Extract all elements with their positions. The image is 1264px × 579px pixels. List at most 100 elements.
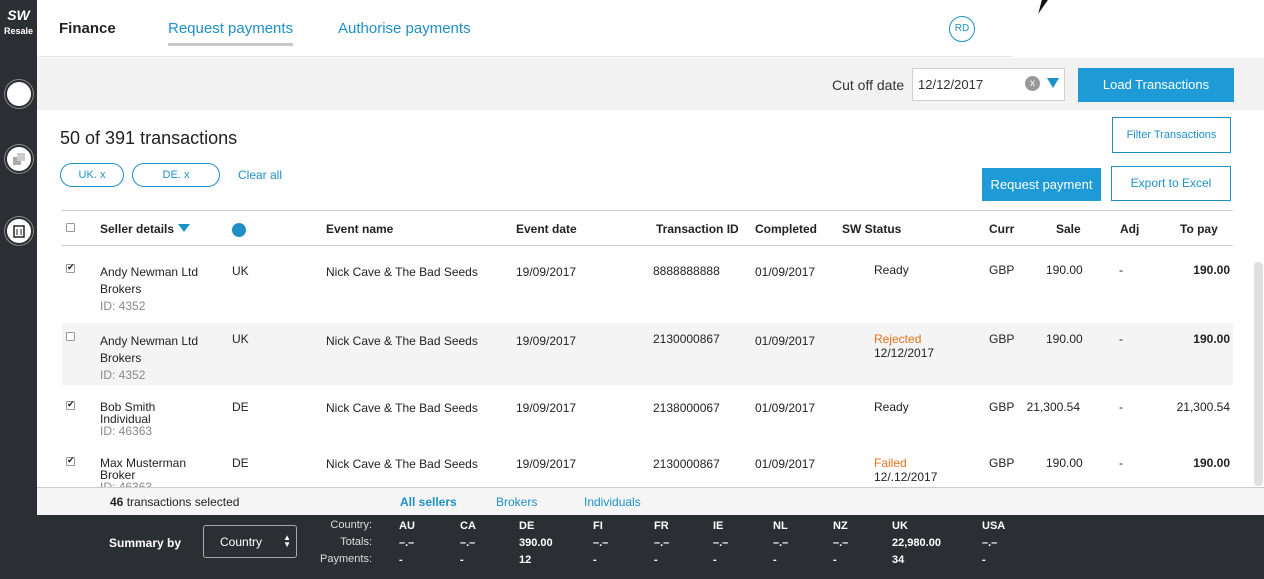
rail-building-button[interactable] [5, 217, 33, 245]
event-date: 19/09/2017 [516, 457, 577, 471]
tab-request-payments[interactable]: Request payments [168, 20, 294, 46]
completed-date: 01/09/2017 [755, 401, 816, 415]
coins-icon [13, 153, 25, 165]
transaction-count: 50 of 391 transactions [60, 128, 238, 148]
summary-payments: - [982, 554, 986, 566]
table-row[interactable]: Andy Newman Ltd Brokers ID: 4352 UK Nick… [62, 323, 1233, 385]
col-event-date: Event date [516, 222, 577, 236]
selected-number: 46 [110, 495, 124, 509]
table-scrollbar[interactable] [1254, 262, 1263, 486]
row-checkbox[interactable] [66, 262, 75, 273]
col-adj: Adj [1120, 222, 1140, 236]
summary-code: IE [713, 520, 724, 532]
cutoff-bar: Cut off date 12/12/2017 x Load Transacti… [37, 58, 1264, 110]
adj: - [1119, 456, 1123, 470]
summary-payments: - [593, 554, 597, 566]
col-transaction-id: Transaction ID [656, 222, 739, 236]
adj: - [1119, 400, 1123, 414]
clear-date-icon[interactable]: x [1025, 76, 1040, 91]
clear-all-link[interactable]: Clear all [238, 168, 282, 182]
currency: GBP [989, 456, 1015, 470]
summary-payments: 12 [519, 554, 532, 566]
tab-individuals[interactable]: Individuals [584, 495, 641, 509]
summary-code: FR [654, 520, 669, 532]
summary-select-value: Country [220, 535, 263, 549]
summary-row-label: Country: [330, 519, 372, 531]
event-date: 19/09/2017 [516, 265, 577, 279]
export-excel-button[interactable]: Export to Excel [1111, 166, 1231, 201]
row-checkbox[interactable] [66, 455, 75, 466]
status-date: 12/.12/2017 [874, 470, 938, 484]
request-payment-button[interactable]: Request payment [982, 168, 1101, 201]
summary-code: NL [773, 520, 788, 532]
summary-code: AU [399, 520, 415, 532]
col-event-name: Event name [326, 222, 394, 236]
summary-code: UK [892, 520, 908, 532]
transaction-id: 2138000067 [653, 401, 720, 415]
summary-total: –.– [833, 537, 849, 549]
currency: GBP [989, 263, 1015, 277]
filter-chip-uk[interactable]: UK. x [60, 163, 124, 187]
sale: 190.00 [1046, 263, 1083, 277]
rail-circle-button[interactable] [5, 80, 33, 108]
summary-code: NZ [833, 520, 848, 532]
to-pay: 190.00 [1193, 456, 1230, 470]
row-checkbox[interactable] [66, 399, 75, 410]
summary-row-label: Payments: [320, 553, 372, 565]
summary-payments: - [713, 554, 717, 566]
table-row[interactable]: Andy Newman Ltd Brokers ID: 4352 UK Nick… [62, 247, 1233, 317]
to-pay: 21,300.54 [1176, 400, 1230, 414]
select-all-checkbox[interactable] [66, 223, 75, 232]
app-logo[interactable]: SW Resale [0, 6, 37, 38]
globe-icon [232, 223, 246, 237]
mouse-cursor-icon [1038, 0, 1048, 14]
rail-coins-button[interactable] [5, 145, 33, 173]
event-date: 19/09/2017 [516, 334, 577, 348]
filter-transactions-button[interactable]: Filter Transactions [1112, 117, 1231, 153]
summary-code: DE [519, 520, 535, 532]
seller-id: ID: 46363 [100, 424, 153, 438]
table-row[interactable]: Max Musterman Broker ID: 46363 DE Nick C… [62, 448, 1233, 487]
sale: 21,300.54 [1026, 400, 1080, 414]
summary-by-label: Summary by [109, 536, 182, 550]
completed-date: 01/09/2017 [755, 265, 816, 279]
select-arrows-icon: ▲ ▼ [283, 533, 291, 549]
tab-authorise-payments[interactable]: Authorise payments [338, 20, 471, 37]
summary-code: USA [982, 520, 1006, 532]
logo-text: Resale [3, 26, 34, 36]
summary-payments: - [399, 554, 403, 566]
sale: 190.00 [1046, 332, 1083, 346]
col-sale: Sale [1056, 222, 1081, 236]
summary-row-label: Totals: [340, 536, 372, 548]
summary-payments: - [773, 554, 777, 566]
table-row[interactable]: Bob Smith Individual ID: 46363 DE Nick C… [62, 392, 1233, 444]
summary-payments: 34 [892, 554, 905, 566]
seller-name: Andy Newman Ltd [100, 334, 199, 348]
avatar[interactable]: RD [949, 16, 975, 42]
col-sw-status: SW Status [842, 222, 902, 236]
summary-payments: - [833, 554, 837, 566]
sort-down-icon[interactable] [178, 224, 191, 232]
summary-code: CA [460, 520, 476, 532]
summary-by-select[interactable]: Country ▲ ▼ [203, 525, 297, 558]
summary-total: 22,980.00 [892, 537, 941, 549]
load-transactions-button[interactable]: Load Transactions [1078, 68, 1234, 102]
event-name: Nick Cave & The Bad Seeds [326, 457, 478, 471]
filter-chip-de[interactable]: DE. x [132, 163, 220, 187]
status: Ready [874, 400, 909, 414]
cutoff-date-input[interactable]: 12/12/2017 [912, 68, 1065, 101]
event-date: 19/09/2017 [516, 401, 577, 415]
summary-total: 390.00 [519, 537, 553, 549]
country: UK [232, 332, 249, 346]
seller-type: Brokers [100, 282, 142, 296]
tab-brokers[interactable]: Brokers [496, 495, 537, 509]
tab-all-sellers[interactable]: All sellers [400, 495, 457, 509]
date-dropdown-icon[interactable] [1047, 78, 1059, 88]
col-completed: Completed [755, 222, 818, 236]
summary-total: –.– [773, 537, 789, 549]
col-seller-details[interactable]: Seller details [100, 222, 191, 236]
adj: - [1119, 263, 1123, 277]
row-checkbox[interactable] [66, 332, 75, 341]
event-name: Nick Cave & The Bad Seeds [326, 334, 478, 348]
to-pay: 190.00 [1193, 332, 1230, 346]
